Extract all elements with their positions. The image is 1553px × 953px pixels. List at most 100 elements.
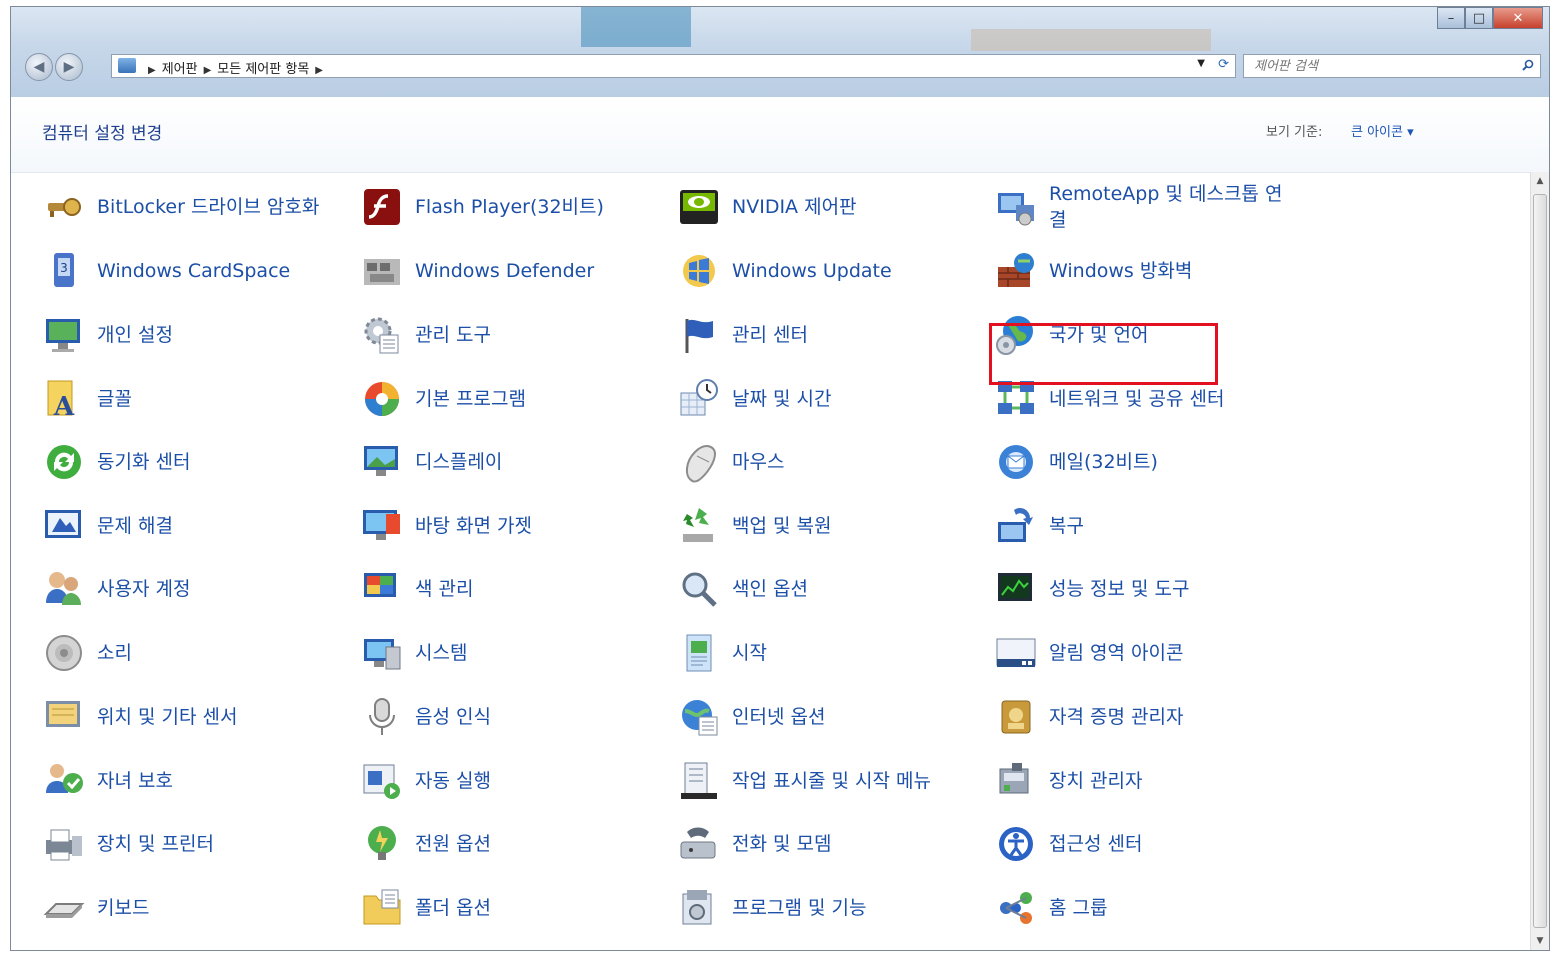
control-panel-item-label: 키보드: [97, 897, 150, 919]
minimize-button[interactable]: –: [1437, 7, 1465, 29]
breadcrumb-separator-icon[interactable]: ▶: [204, 65, 212, 76]
control-panel-item[interactable]: 프로그램 및 기능: [677, 882, 977, 934]
control-panel-item-label: 백업 및 복원: [732, 515, 832, 537]
performance-icon: [994, 567, 1038, 611]
control-panel-item[interactable]: 폴더 옵션: [360, 882, 660, 934]
control-panel-item[interactable]: 관리 센터: [677, 309, 977, 361]
control-panel-item[interactable]: 바탕 화면 가젯: [360, 500, 660, 552]
breadcrumb-control-panel[interactable]: 제어판: [162, 62, 198, 77]
control-panel-item[interactable]: 시스템: [360, 627, 660, 679]
refresh-icon[interactable]: ⟳: [1218, 57, 1229, 72]
control-panel-item[interactable]: 소리: [42, 627, 342, 679]
close-button[interactable]: ✕: [1493, 7, 1543, 29]
getting-started-icon: [677, 631, 721, 675]
control-panel-item[interactable]: 장치 관리자: [994, 755, 1294, 807]
control-panel-item[interactable]: 작업 표시줄 및 시작 메뉴: [677, 755, 977, 807]
control-panel-item-label: 소리: [97, 642, 132, 664]
control-panel-item[interactable]: 인터넷 옵션: [677, 691, 977, 743]
control-panel-item[interactable]: Windows Defender: [360, 245, 660, 297]
control-panel-item[interactable]: 디스플레이: [360, 436, 660, 488]
cardspace-icon: 3: [42, 249, 86, 293]
search-input[interactable]: [1252, 58, 1496, 75]
control-panel-item[interactable]: Windows Update: [677, 245, 977, 297]
control-panel-item[interactable]: 자동 실행: [360, 755, 660, 807]
scrollbar-thumb[interactable]: [1533, 194, 1547, 928]
search-box[interactable]: [1243, 54, 1541, 78]
control-panel-item-label: 관리 도구: [415, 324, 491, 346]
control-panel-item[interactable]: 관리 도구: [360, 309, 660, 361]
indexing-options-icon: [677, 567, 721, 611]
defender-icon: [360, 249, 404, 293]
control-panel-item-label: 장치 및 프린터: [97, 833, 214, 855]
control-panel-item[interactable]: 접근성 센터: [994, 818, 1294, 870]
control-panel-item[interactable]: RemoteApp 및 데스크톱 연결: [994, 181, 1294, 233]
homegroup-icon: [994, 886, 1038, 930]
control-panel-icon: [118, 58, 136, 73]
forward-button[interactable]: ▶: [55, 53, 83, 81]
control-panel-item[interactable]: 3 Windows CardSpace: [42, 245, 342, 297]
control-panel-item[interactable]: 기본 프로그램: [360, 373, 660, 425]
control-panel-item-label: BitLocker 드라이브 암호화: [97, 196, 320, 218]
control-panel-item[interactable]: 사용자 계정: [42, 563, 342, 615]
control-panel-item[interactable]: 백업 및 복원: [677, 500, 977, 552]
control-panel-item-label: 글꼴: [97, 388, 132, 410]
admin-tools-icon: [360, 313, 404, 357]
control-panel-item[interactable]: 색 관리: [360, 563, 660, 615]
highlight-box: [989, 323, 1218, 385]
control-panel-item[interactable]: 알림 영역 아이콘: [994, 627, 1294, 679]
scroll-down-icon[interactable]: ▼: [1531, 932, 1549, 950]
maximize-button[interactable]: □: [1465, 7, 1493, 29]
breadcrumb-separator-icon[interactable]: ▶: [315, 65, 323, 76]
control-panel-item-label: Windows Defender: [415, 260, 595, 282]
control-panel-item[interactable]: 색인 옵션: [677, 563, 977, 615]
control-panel-item[interactable]: Flash Player(32비트): [360, 181, 660, 233]
color-management-icon: [360, 567, 404, 611]
control-panel-item-label: Flash Player(32비트): [415, 196, 604, 218]
speech-recognition-icon: [360, 695, 404, 739]
control-panel-item[interactable]: 문제 해결: [42, 500, 342, 552]
personalization-icon: [42, 313, 86, 357]
control-panel-item-label: 관리 센터: [732, 324, 808, 346]
control-panel-item[interactable]: 키보드: [42, 882, 342, 934]
control-panel-item[interactable]: 장치 및 프린터: [42, 818, 342, 870]
control-panel-item[interactable]: 동기화 센터: [42, 436, 342, 488]
control-panel-item[interactable]: 마우스: [677, 436, 977, 488]
control-panel-item[interactable]: 전원 옵션: [360, 818, 660, 870]
control-panel-item-label: 메일(32비트): [1049, 451, 1158, 473]
control-panel-item[interactable]: 시작: [677, 627, 977, 679]
control-panel-item-label: 시스템: [415, 642, 468, 664]
control-panel-item-label: 마우스: [732, 451, 785, 473]
control-panel-item-label: 동기화 센터: [97, 451, 191, 473]
control-panel-item-label: 색인 옵션: [732, 578, 808, 600]
remoteapp-icon: [994, 185, 1038, 229]
scroll-up-icon[interactable]: ▲: [1531, 172, 1549, 190]
control-panel-item[interactable]: Windows 방화벽: [994, 245, 1294, 297]
vertical-scrollbar[interactable]: ▲ ▼: [1530, 172, 1549, 950]
internet-options-icon: [677, 695, 721, 739]
control-panel-item[interactable]: 날짜 및 시간: [677, 373, 977, 425]
control-panel-item[interactable]: A 글꼴: [42, 373, 342, 425]
control-panel-item[interactable]: 전화 및 모뎀: [677, 818, 977, 870]
control-panel-item[interactable]: 음성 인식: [360, 691, 660, 743]
view-by-dropdown[interactable]: 큰 아이콘 ▾: [1351, 121, 1414, 140]
address-dropdown-icon[interactable]: ▼: [1197, 58, 1205, 69]
control-panel-item[interactable]: NVIDIA 제어판: [677, 181, 977, 233]
control-panel-item-label: RemoteApp 및 데스크톱 연결: [1049, 183, 1283, 231]
control-panel-item[interactable]: 복구: [994, 500, 1294, 552]
control-panel-item[interactable]: 성능 정보 및 도구: [994, 563, 1294, 615]
control-panel-item[interactable]: 메일(32비트): [994, 436, 1294, 488]
control-panel-item[interactable]: 자녀 보호: [42, 755, 342, 807]
control-panel-item[interactable]: 개인 설정: [42, 309, 342, 361]
control-panel-item-label: 자동 실행: [415, 770, 491, 792]
search-icon[interactable]: [1522, 59, 1534, 71]
control-panel-item-label: 위치 및 기타 센서: [97, 706, 238, 728]
control-panel-item[interactable]: 홈 그룹: [994, 882, 1294, 934]
back-button[interactable]: ◀: [25, 53, 53, 81]
control-panel-item[interactable]: BitLocker 드라이브 암호화: [42, 181, 342, 233]
control-panel-item[interactable]: 위치 및 기타 센서: [42, 691, 342, 743]
control-panel-item-label: Windows Update: [732, 260, 892, 282]
breadcrumb-all-items[interactable]: 모든 제어판 항목: [217, 62, 309, 77]
control-panel-item[interactable]: 자격 증명 관리자: [994, 691, 1294, 743]
control-panel-item-label: 색 관리: [415, 578, 474, 600]
address-bar[interactable]: ▶ 제어판 ▶ 모든 제어판 항목 ▶ ▼ ⟳: [111, 54, 1236, 78]
